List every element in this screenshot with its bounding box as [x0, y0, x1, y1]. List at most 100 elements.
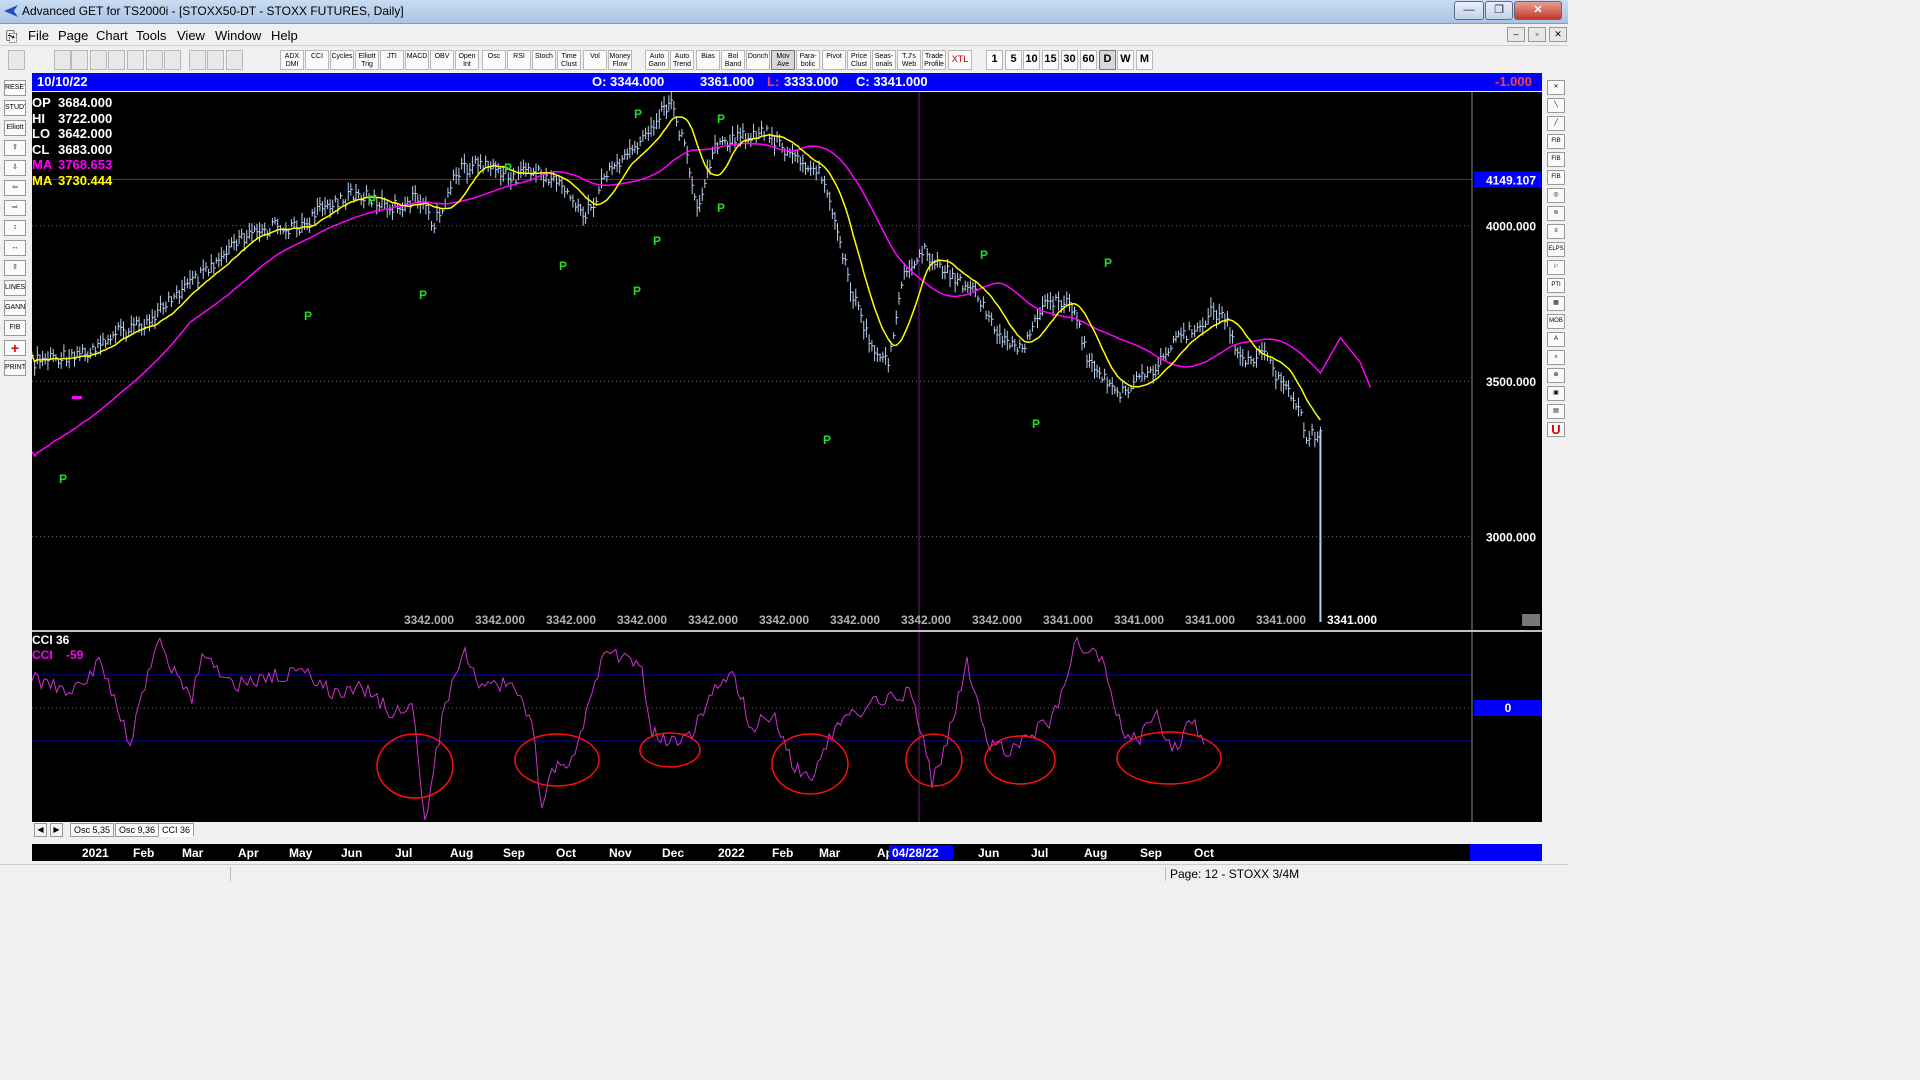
right-tool-10[interactable]: ⚐	[1547, 260, 1565, 275]
toolbar-btn-rsi[interactable]: RSI	[507, 50, 531, 70]
left-tool-7[interactable]: ↕	[4, 220, 26, 236]
right-tool-17[interactable]: ▣	[1547, 386, 1565, 401]
right-tool-18[interactable]: ▤	[1547, 404, 1565, 419]
right-tool-13[interactable]: MOB	[1547, 314, 1565, 329]
right-tool-16[interactable]: ⊕	[1547, 368, 1565, 383]
period-60-button[interactable]: 60	[1080, 50, 1097, 70]
help-cursor-icon[interactable]	[226, 50, 243, 70]
toolbar-btn-stoch[interactable]: Stoch	[532, 50, 556, 70]
toolbar-btn-elliott-trig[interactable]: Elliott Trig	[355, 50, 379, 70]
right-tool-11[interactable]: PTI	[1547, 278, 1565, 293]
right-tool-6[interactable]: ◎	[1547, 188, 1565, 203]
tab-scroll-left-button[interactable]: ◀	[34, 823, 47, 837]
right-tool-1[interactable]: ╲	[1547, 98, 1565, 113]
price-chart-pane[interactable]: 4000.000 3500.000 3000.000 4149.107 P P P P P P P P…	[32, 92, 1542, 630]
toolbar-btn-t-j-s-web[interactable]: T.J's Web	[897, 50, 921, 70]
toolbar-btn-cycles[interactable]: Cycles	[330, 50, 354, 70]
maximize-button[interactable]: ❐	[1485, 1, 1513, 20]
right-tool-14[interactable]: A	[1547, 332, 1565, 347]
mdi-minimize-button[interactable]: –	[1507, 27, 1525, 42]
toolbar-btn-adx-dmi[interactable]: ADX DMI	[280, 50, 304, 70]
right-tool-8[interactable]: ≡	[1547, 224, 1565, 239]
cci-pane[interactable]: 0 CCI 36 CCI -59	[32, 632, 1542, 822]
print-chart-icon[interactable]	[189, 50, 206, 70]
toolbar-btn-money-flow[interactable]: Money Flow	[608, 50, 632, 70]
layout-icon[interactable]	[164, 50, 181, 70]
mdi-close-button[interactable]: ✕	[1549, 27, 1567, 42]
toolbar-btn-trade-profile[interactable]: Trade Profile	[922, 50, 946, 70]
period-30-button[interactable]: 30	[1061, 50, 1078, 70]
menu-tools[interactable]: Tools	[136, 28, 166, 43]
toolbar-btn-macd[interactable]: MACD	[405, 50, 429, 70]
right-tool-19[interactable]: U	[1547, 422, 1565, 437]
right-tool-0[interactable]: ✕	[1547, 80, 1565, 95]
lightbulb-icon[interactable]	[207, 50, 224, 70]
tab-osc-9-36[interactable]: Osc 9,36	[115, 823, 160, 837]
period-m-button[interactable]: M	[1136, 50, 1153, 70]
right-tool-3[interactable]: FIB RET	[1547, 134, 1565, 149]
toolbar-btn-jti[interactable]: JTI	[380, 50, 404, 70]
right-tool-4[interactable]: FIB EXT	[1547, 152, 1565, 167]
left-tool-6[interactable]: ⇨	[4, 200, 26, 216]
menu-chart[interactable]: Chart	[96, 28, 128, 43]
period-15-button[interactable]: 15	[1042, 50, 1059, 70]
toolbar-btn-xtl[interactable]: XTL	[948, 50, 972, 70]
mdi-doc-icon[interactable]: ⎘	[6, 28, 17, 45]
toolbar-btn-auto-trend[interactable]: Auto Trend	[670, 50, 694, 70]
left-tool-0[interactable]: RESET	[4, 80, 26, 96]
tab-cci-36[interactable]: CCI 36	[158, 823, 195, 837]
period-5-button[interactable]: 5	[1005, 50, 1022, 70]
toolbar-btn-donch[interactable]: Donch	[746, 50, 770, 70]
print-icon[interactable]	[90, 50, 107, 70]
grid-icon[interactable]	[146, 50, 163, 70]
toolbar-btn-open-int[interactable]: Open Int	[455, 50, 479, 70]
forward-icon[interactable]	[127, 50, 144, 70]
left-tool-9[interactable]: ⇳	[4, 260, 26, 276]
toolbar-btn-time-clust[interactable]: Time Clust	[557, 50, 581, 70]
toolbar-btn-cci[interactable]: CCI	[305, 50, 329, 70]
mdi-restore-button[interactable]: ▫	[1528, 27, 1546, 42]
right-tool-12[interactable]: ▦	[1547, 296, 1565, 311]
left-tool-13[interactable]: +	[4, 340, 26, 356]
menu-view[interactable]: View	[177, 28, 205, 43]
period-1-button[interactable]: 1	[986, 50, 1003, 70]
tab-osc-5-35[interactable]: Osc 5,35	[70, 823, 115, 837]
toolbar-btn-para-bolic[interactable]: Para- bolic	[796, 50, 820, 70]
left-tool-14[interactable]: PRINT	[4, 360, 26, 376]
new-page-icon[interactable]	[54, 50, 71, 70]
left-tool-3[interactable]: ⇧	[4, 140, 26, 156]
left-tool-12[interactable]: FIB	[4, 320, 26, 336]
toolbar-btn-bol-band[interactable]: Bol Band	[721, 50, 745, 70]
period-10-button[interactable]: 10	[1023, 50, 1040, 70]
back-icon[interactable]	[108, 50, 125, 70]
left-tool-1[interactable]: STUDY	[4, 100, 26, 116]
period-d-button[interactable]: D	[1099, 50, 1116, 70]
menu-page[interactable]: Page	[58, 28, 88, 43]
tab-scroll-right-button[interactable]: ▶	[50, 823, 63, 837]
menu-file[interactable]: File	[28, 28, 49, 43]
period-w-button[interactable]: W	[1117, 50, 1134, 70]
toolbar-btn-obv[interactable]: OBV	[430, 50, 454, 70]
toolbar-btn-bias[interactable]: Bias	[696, 50, 720, 70]
menu-help[interactable]: Help	[271, 28, 298, 43]
toolbar-btn-pivot[interactable]: Pivot	[822, 50, 846, 70]
left-tool-10[interactable]: LINES	[4, 280, 26, 296]
toolbar-btn-vol[interactable]: Vol	[583, 50, 607, 70]
toolbar-btn-seas-onals[interactable]: Seas- onals	[872, 50, 896, 70]
menu-window[interactable]: Window	[215, 28, 261, 43]
left-tool-11[interactable]: GANN	[4, 300, 26, 316]
save-icon[interactable]	[71, 50, 88, 70]
toolbar-btn-mov-ave[interactable]: Mov Ave	[771, 50, 795, 70]
right-tool-5[interactable]: FIB TIME	[1547, 170, 1565, 185]
right-tool-7[interactable]: ≋	[1547, 206, 1565, 221]
left-tool-5[interactable]: ⇦	[4, 180, 26, 196]
open-file-icon[interactable]	[8, 50, 25, 70]
right-tool-15[interactable]: ⌕	[1547, 350, 1565, 365]
right-tool-9[interactable]: ELPS	[1547, 242, 1565, 257]
right-tool-2[interactable]: ╱	[1547, 116, 1565, 131]
toolbar-btn-osc[interactable]: Osc	[482, 50, 506, 70]
left-tool-2[interactable]: Elliott	[4, 120, 26, 136]
toolbar-btn-auto-gann[interactable]: Auto Gann	[645, 50, 669, 70]
left-tool-8[interactable]: ↔	[4, 240, 26, 256]
minimize-button[interactable]: —	[1454, 1, 1484, 20]
